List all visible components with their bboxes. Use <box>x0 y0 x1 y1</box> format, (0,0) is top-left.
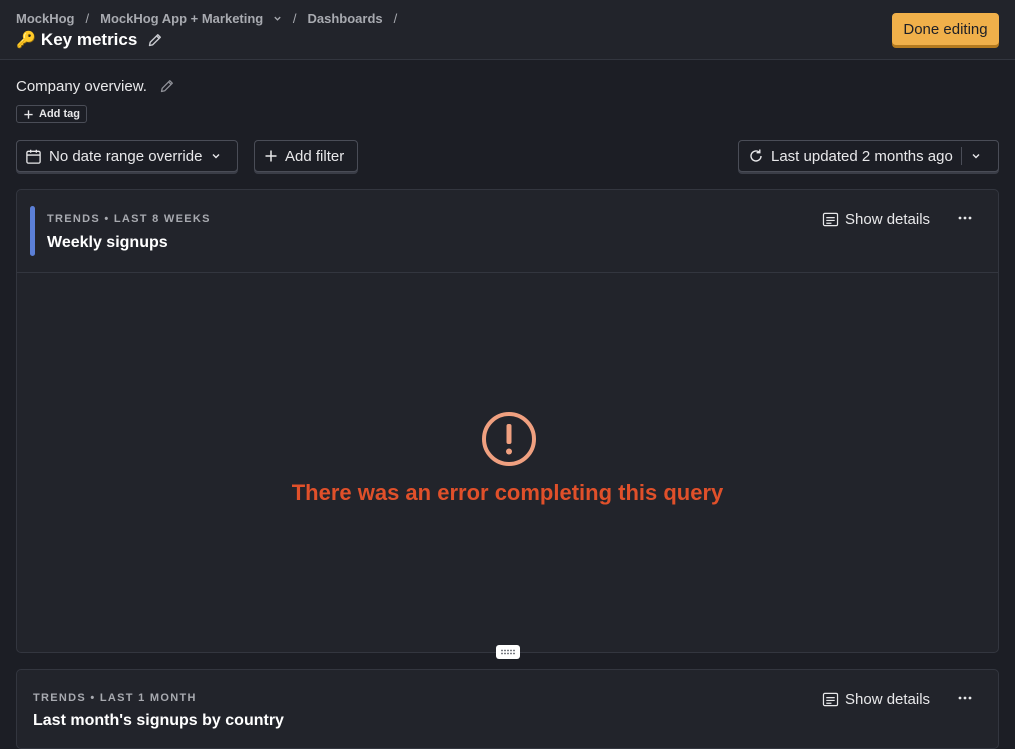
last-updated-label[interactable]: Last updated 2 months ago <box>771 148 953 165</box>
details-icon <box>822 692 839 707</box>
chevron-down-icon <box>273 11 282 26</box>
drag-handle-icon[interactable] <box>496 645 520 659</box>
breadcrumb: MockHog / MockHog App + Marketing / Dash… <box>16 10 408 26</box>
top-bar: MockHog / MockHog App + Marketing / Dash… <box>0 0 1015 60</box>
show-details-label: Show details <box>845 690 931 708</box>
breadcrumb-project-label: MockHog App + Marketing <box>100 10 264 26</box>
show-details-button[interactable]: Show details <box>822 208 930 230</box>
done-editing-button[interactable]: Done editing <box>892 13 999 45</box>
breadcrumb-org[interactable]: MockHog <box>16 11 75 26</box>
insight-title[interactable]: Weekly signups <box>47 234 168 252</box>
error-message: There was an error completing this query <box>291 480 724 505</box>
page-title[interactable]: Key metrics <box>41 30 137 50</box>
details-icon <box>822 212 839 227</box>
series-color-bar <box>30 206 35 256</box>
chevron-down-icon[interactable] <box>971 151 981 161</box>
refresh-icon[interactable] <box>748 148 764 164</box>
date-range-override-label: No date range override <box>49 147 203 165</box>
calendar-icon <box>25 148 42 165</box>
breadcrumb-separator: / <box>292 10 297 26</box>
breadcrumb-separator: / <box>393 10 398 26</box>
button-divider <box>960 147 962 165</box>
add-filter-button[interactable]: Add filter <box>254 140 358 172</box>
show-details-label: Show details <box>845 210 931 228</box>
more-icon[interactable] <box>957 210 973 226</box>
insight-card: TRENDS • LAST 8 WEEKS Weekly signups Sho… <box>16 189 999 653</box>
insight-subtitle: TRENDS • LAST 8 WEEKS <box>47 213 211 225</box>
dashboard-description-row: Company overview. <box>16 76 175 96</box>
breadcrumb-project[interactable]: MockHog App + Marketing <box>100 11 282 26</box>
insight-card: TRENDS • LAST 1 MONTH Last month's signu… <box>16 669 999 749</box>
show-details-button[interactable]: Show details <box>822 688 930 710</box>
add-filter-label: Add filter <box>285 147 345 165</box>
plus-icon <box>264 149 278 163</box>
dashboard-description[interactable]: Company overview. <box>16 78 147 95</box>
pencil-icon[interactable] <box>159 78 175 94</box>
more-icon[interactable] <box>957 690 973 706</box>
chevron-down-icon <box>211 151 221 161</box>
add-tag-button[interactable]: Add tag <box>16 105 87 123</box>
insight-subtitle: TRENDS • LAST 1 MONTH <box>33 692 197 704</box>
add-tag-label: Add tag <box>39 108 80 120</box>
error-icon <box>481 411 537 472</box>
plus-icon <box>23 109 34 120</box>
insight-error-state: There was an error completing this query <box>17 274 998 652</box>
key-emoji-icon: 🔑 <box>16 32 36 49</box>
pencil-icon[interactable] <box>147 32 163 48</box>
breadcrumb-separator: / <box>85 10 90 26</box>
page-title-row: 🔑 Key metrics <box>16 28 163 52</box>
insight-card-header: TRENDS • LAST 8 WEEKS Weekly signups Sho… <box>17 190 998 273</box>
insight-title[interactable]: Last month's signups by country <box>33 712 284 730</box>
breadcrumb-dashboards[interactable]: Dashboards <box>308 11 383 26</box>
date-range-override-select[interactable]: No date range override <box>16 140 238 172</box>
refresh-button-group: Last updated 2 months ago <box>738 140 999 172</box>
